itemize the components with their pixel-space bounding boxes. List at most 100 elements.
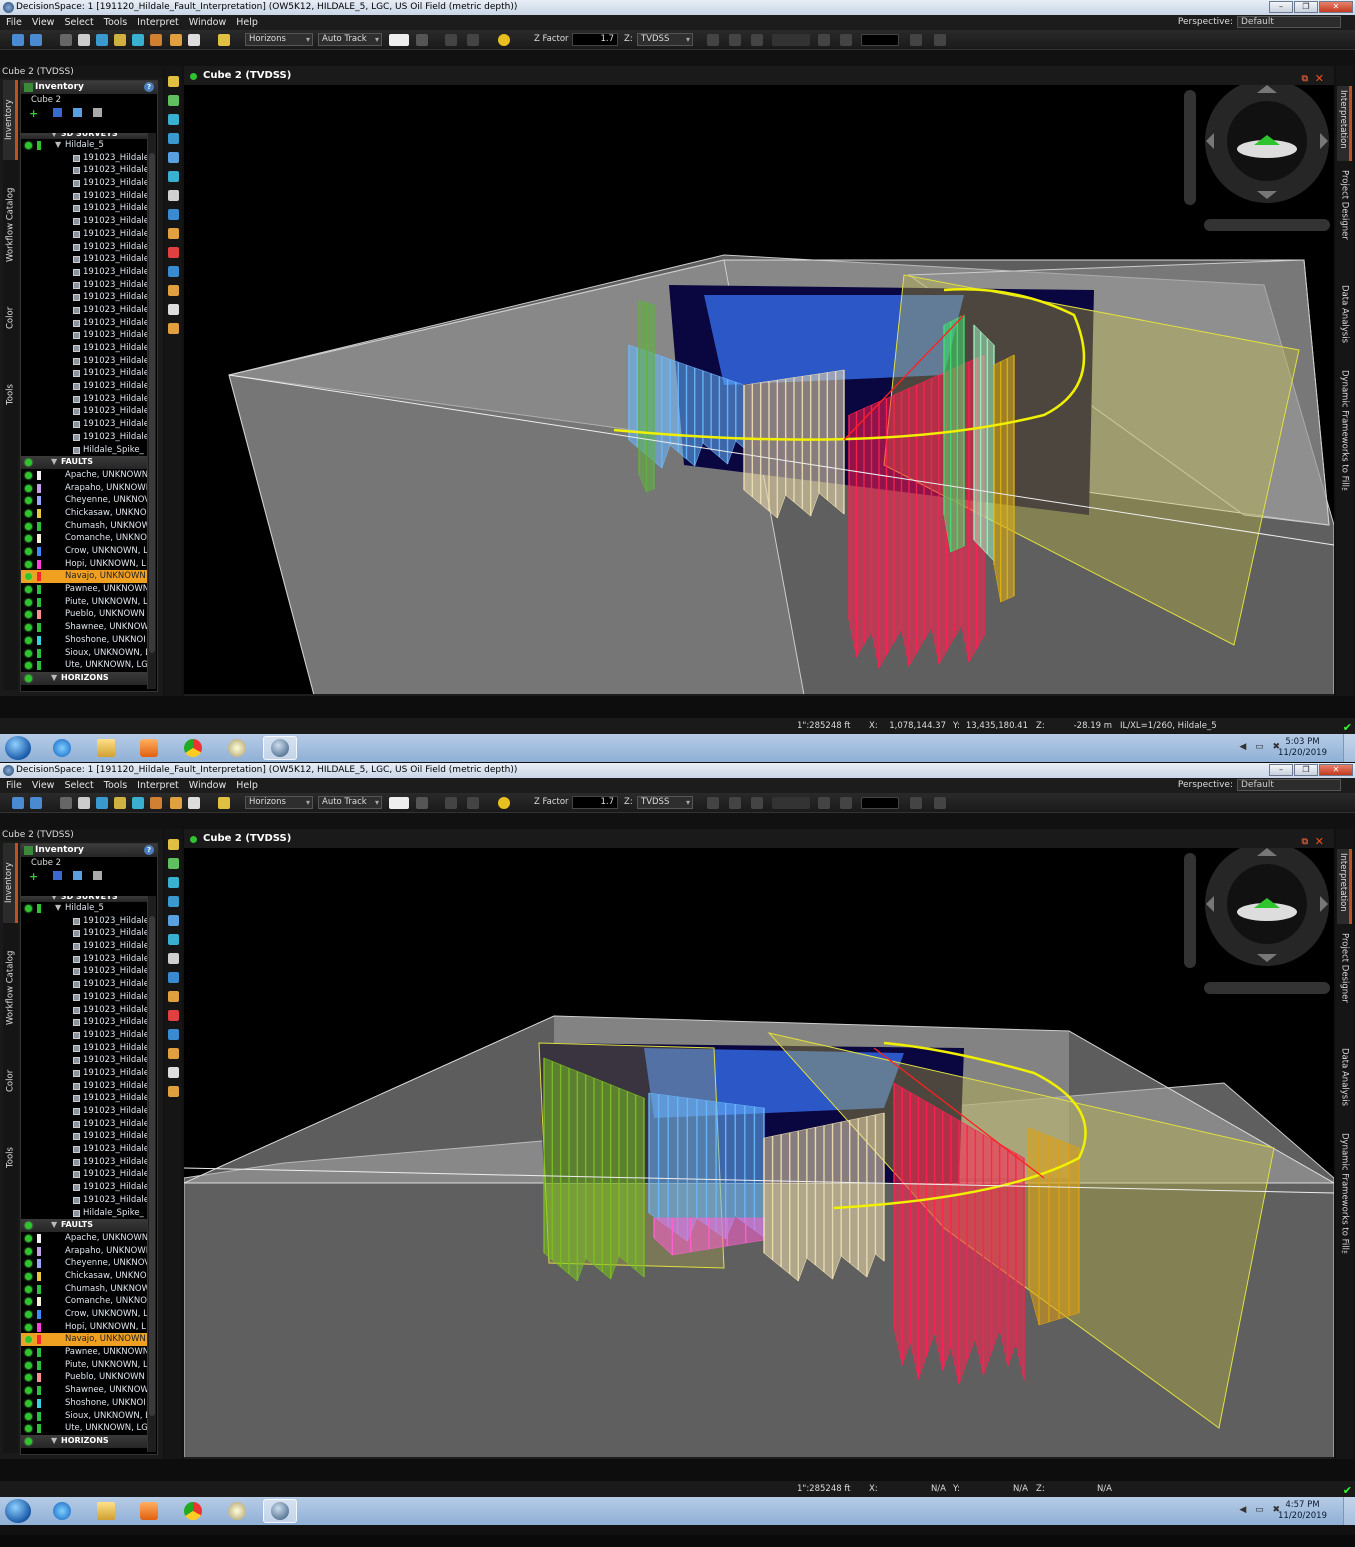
tilt-slider[interactable] [1184,853,1196,968]
tree-item-fault[interactable]: Hopi, UNKNOWN, L [21,558,147,571]
menu-window[interactable]: Window [189,17,226,28]
frame-slider[interactable] [772,34,810,46]
tree-item-volume[interactable]: 191023_Hildale [21,1004,147,1017]
tree-item-fault[interactable]: Comanche, UNKNO [21,532,147,545]
visibility-toggle-icon[interactable] [25,1222,32,1230]
visibility-toggle-icon[interactable] [25,1425,32,1433]
rotate-icon[interactable] [168,896,179,907]
tree-item-volume[interactable]: 191023_Hildale [21,190,147,203]
color-swatch[interactable] [37,496,41,506]
taskbar-chrome[interactable] [176,1499,210,1523]
menu-interpret[interactable]: Interpret [137,17,179,28]
tree-item-fault[interactable]: Apache, UNKNOWN [21,469,147,482]
horizons-dropdown[interactable]: Horizons [245,33,313,46]
tree-item-fault[interactable]: Navajo, UNKNOWN [21,570,147,584]
tree-item-volume[interactable]: 191023_Hildale [21,367,147,380]
right-tab-project-designer[interactable]: Project Designer [1337,166,1352,276]
tree-item-volume[interactable]: 191023_Hildale [21,1118,147,1131]
tree-item-fault[interactable]: Hopi, UNKNOWN, L [21,1321,147,1334]
right-tab-dynamic-frameworks-to-fill[interactable]: Dynamic Frameworks to Fill™ [1337,366,1352,546]
autotrack-dropdown[interactable]: Auto Track [318,796,382,809]
copy-icon[interactable] [93,871,102,880]
visibility-toggle-icon[interactable] [25,649,32,657]
menu-tools[interactable]: Tools [104,780,127,791]
record-icon[interactable] [910,797,922,809]
tree-item-volume[interactable]: 191023_Hildale [21,1130,147,1143]
play-icon[interactable] [840,34,852,46]
perspective-dropdown[interactable]: Default [1237,779,1341,791]
tree-item-volume[interactable]: 191023_Hildale [21,253,147,266]
link-icon[interactable] [96,34,108,46]
color-swatch[interactable] [37,1233,41,1243]
3d-scene[interactable] [184,85,1334,694]
tree-item-volume[interactable]: 191023_Hildale [21,329,147,342]
visibility-toggle-icon[interactable] [25,1412,32,1420]
tree-item-volume[interactable]: 191023_Hildale [21,405,147,418]
color-swatch[interactable] [37,141,41,150]
color-swatch[interactable] [37,1310,41,1319]
stack-icon[interactable] [416,797,428,809]
tree-item-fault[interactable]: Piute, UNKNOWN, L [21,596,147,609]
tree-item-volume[interactable]: 191023_Hildale [21,1054,147,1067]
record-icon[interactable] [910,34,922,46]
tree-item-volume[interactable]: 191023_Hildale [21,1016,147,1029]
color-swatch[interactable] [37,1348,41,1358]
tree-item-volume[interactable]: 191023_Hildale [21,177,147,190]
rotate-icon[interactable] [168,133,179,144]
pause-icon[interactable] [934,797,946,809]
redo-icon[interactable] [467,797,479,809]
restore-button[interactable]: ❐ [1294,764,1318,776]
tree-item-volume[interactable]: 191023_Hildale [21,215,147,228]
visibility-toggle-icon[interactable] [25,636,32,644]
list-icon[interactable] [73,108,82,117]
color-swatch[interactable] [37,547,41,556]
tree-item-fault[interactable]: Apache, UNKNOWN [21,1232,147,1245]
menu-help[interactable]: Help [236,780,258,791]
tree-item-volume[interactable]: 191023_Hildale [21,418,147,431]
left-tab-inventory[interactable]: Inventory [3,80,18,160]
system-tray[interactable]: ◀ ▭ ✖ [1239,742,1283,752]
tree-item-volume[interactable]: 191023_Hildale [21,241,147,254]
left-tab-color[interactable]: Color [3,285,18,350]
stack-icon[interactable] [416,34,428,46]
tilt-slider[interactable] [1184,90,1196,205]
horizon-icon[interactable] [168,228,179,239]
taskbar-ie[interactable] [45,736,79,760]
picker-icon[interactable] [168,1048,179,1059]
color-swatch[interactable] [37,1246,41,1256]
tree-item-volume[interactable]: 191023_Hildale [21,355,147,368]
menu-file[interactable]: File [6,17,22,28]
z-domain-dropdown[interactable]: TVDSS [637,33,693,46]
visibility-toggle-icon[interactable] [25,1374,32,1382]
fault-icon[interactable] [168,1010,179,1021]
tree-item-volume[interactable]: 191023_Hildale [21,304,147,317]
first-frame-icon[interactable] [707,797,719,809]
help-icon[interactable]: ? [144,845,154,855]
visibility-toggle-icon[interactable] [25,142,32,149]
color-swatch[interactable] [37,648,41,658]
color-swatch[interactable] [37,1271,41,1281]
tree-item-volume[interactable]: Hildale_Spike_ [21,1207,147,1220]
tree-item-fault[interactable]: Sioux, UNKNOWN, L [21,1410,147,1423]
tree-item-volume[interactable]: 191023_Hildale [21,1156,147,1169]
tree-item-fault[interactable]: Sioux, UNKNOWN, L [21,647,147,660]
visibility-toggle-icon[interactable] [25,560,32,568]
color-swatch[interactable] [37,559,41,569]
tree-item-volume[interactable]: 191023_Hildale [21,291,147,304]
tree-item-volume[interactable]: 191023_Hildale [21,228,147,241]
tree-item-survey[interactable]: ▼ Hildale_5 [21,902,147,915]
restore-button[interactable]: ❐ [1294,1,1318,13]
pointer-icon[interactable] [168,1067,179,1078]
fault-icon[interactable] [168,247,179,258]
seismic-3d-view[interactable] [184,848,1334,1457]
tree-item-volume[interactable]: 191023_Hildale [21,342,147,355]
system-tray[interactable]: ◀ ▭ ✖ [1239,1505,1283,1515]
navigation-widget[interactable] [1205,848,1329,966]
expand-arrow-icon[interactable]: ▼ [51,1435,57,1448]
visibility-toggle-icon[interactable] [25,1298,32,1306]
autotrack-dropdown[interactable]: Auto Track [318,33,382,46]
tree-item-volume[interactable]: 191023_Hildale [21,393,147,406]
pause-icon[interactable] [934,34,946,46]
taskbar-decisionspace[interactable] [263,1499,297,1523]
color-swatch[interactable] [37,585,41,595]
